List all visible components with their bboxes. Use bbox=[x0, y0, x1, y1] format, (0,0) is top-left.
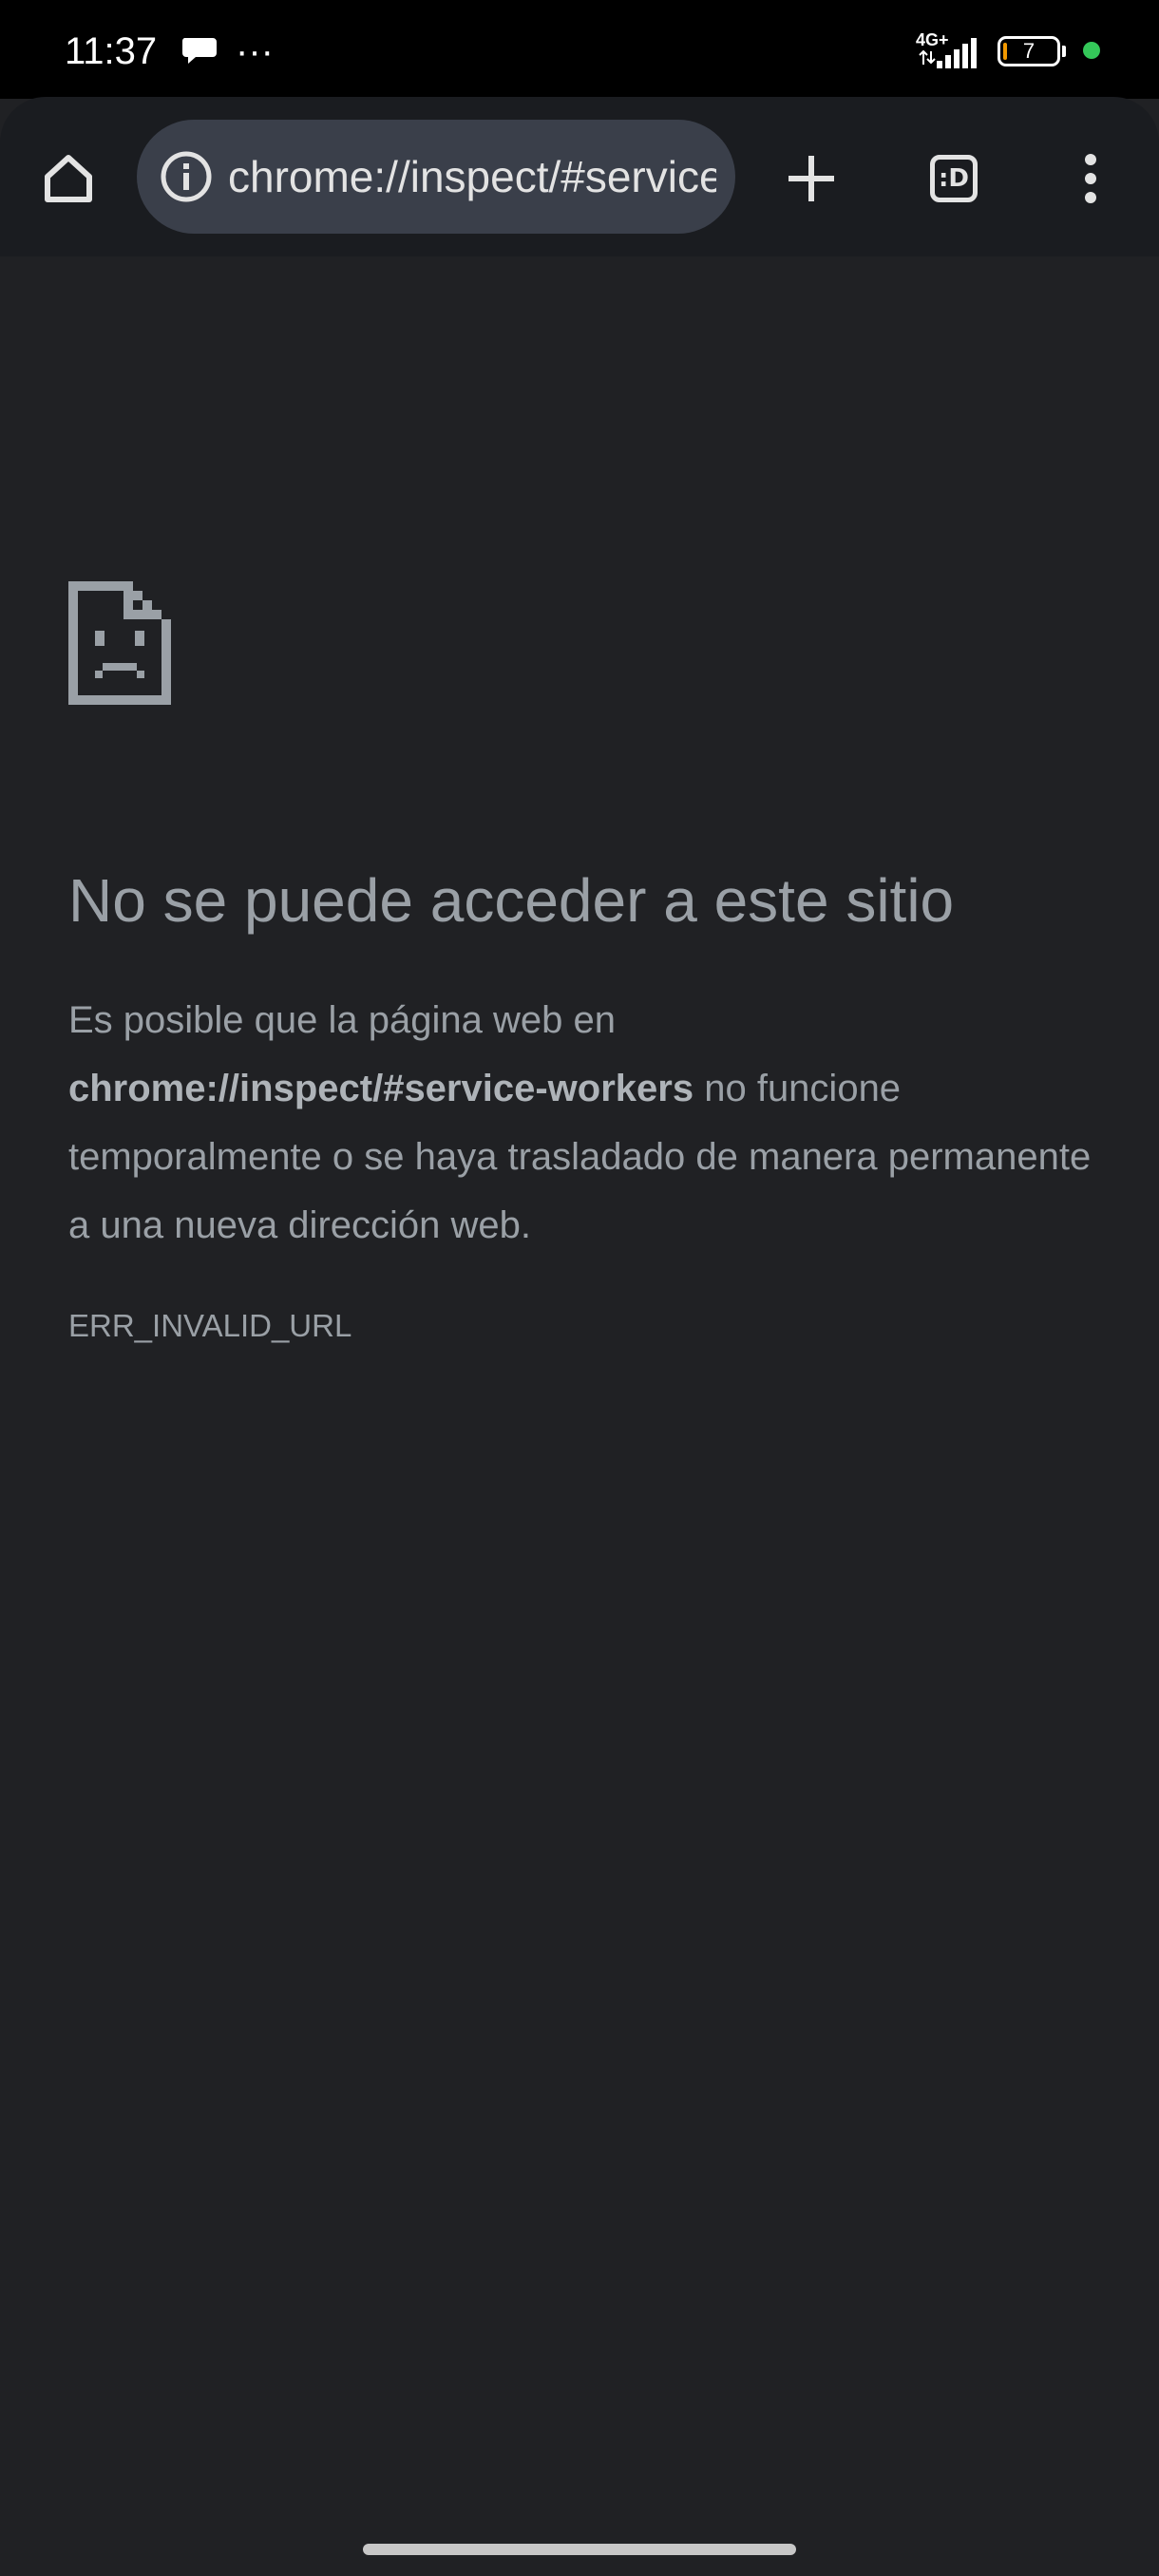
error-code: ERR_INVALID_URL bbox=[68, 1308, 352, 1343]
error-url: chrome://inspect/#service-workers bbox=[68, 1068, 694, 1109]
info-icon[interactable] bbox=[156, 146, 217, 207]
error-heading: No se puede acceder a este sitio bbox=[68, 866, 955, 935]
tab-switcher-button[interactable]: :D bbox=[908, 133, 999, 224]
home-button[interactable] bbox=[23, 133, 114, 224]
url-text[interactable]: chrome://inspect/#service-workers bbox=[228, 120, 716, 234]
browser-toolbar: chrome://inspect/#service-workers :D bbox=[0, 97, 1159, 256]
notification-overflow-icon: ··· bbox=[236, 30, 274, 72]
battery-percentage: 7 bbox=[1022, 39, 1036, 63]
sad-page-icon bbox=[68, 581, 171, 705]
error-description-intro: Es posible que la página web en bbox=[68, 999, 616, 1041]
gesture-home-indicator[interactable] bbox=[363, 2544, 796, 2555]
signal-icon bbox=[919, 38, 977, 68]
screen: 11:37 ··· 4G+ 7 chrome://inspect/#servic… bbox=[0, 0, 1159, 2576]
status-bar: 11:37 ··· 4G+ 7 bbox=[0, 0, 1159, 99]
battery-icon: 7 bbox=[998, 36, 1060, 66]
chat-bubble-icon bbox=[181, 38, 217, 64]
status-time: 11:37 bbox=[65, 30, 158, 72]
battery-cap bbox=[1062, 46, 1066, 57]
tab-switcher-icon: :D bbox=[930, 155, 978, 202]
new-tab-button[interactable] bbox=[766, 133, 857, 224]
omnibox[interactable]: chrome://inspect/#service-workers bbox=[137, 120, 735, 234]
more-vert-icon bbox=[1085, 154, 1096, 203]
privacy-dot-icon bbox=[1083, 42, 1100, 59]
more-menu-button[interactable] bbox=[1045, 133, 1136, 224]
plus-icon bbox=[788, 156, 834, 201]
error-description: Es posible que la página web en chrome://… bbox=[68, 986, 1104, 1260]
home-icon bbox=[45, 155, 92, 202]
